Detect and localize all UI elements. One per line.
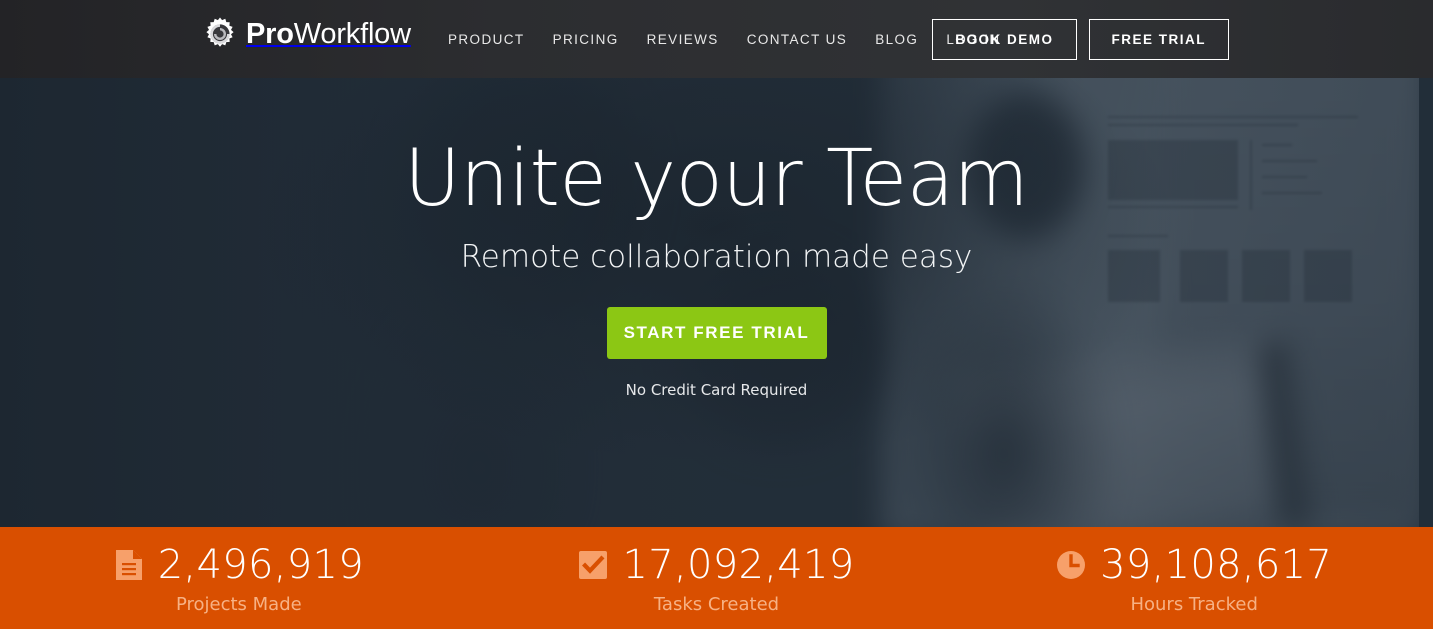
nav-pricing[interactable]: PRICING [539,32,633,47]
nav-blog[interactable]: BLOG [861,32,932,47]
stat-projects-made: 2,496,919 Projects Made [0,527,478,629]
stat-value: 17,092,419 [622,542,855,588]
site-header: ProWorkflow PRODUCT PRICING REVIEWS CONT… [0,0,1433,78]
main-navigation: PRODUCT PRICING REVIEWS CONTACT US BLOG … [434,0,1015,78]
stat-label: Hours Tracked [1130,594,1258,615]
nav-contact-us[interactable]: CONTACT US [733,32,862,47]
stats-bar: 2,496,919 Projects Made 17,092,419 Tasks… [0,527,1433,629]
nav-reviews[interactable]: REVIEWS [633,32,733,47]
page-title: Unite your Team [404,134,1029,224]
stat-value: 39,108,617 [1100,542,1333,588]
document-icon [114,549,144,581]
logo-text-light: Workflow [293,17,411,50]
no-credit-card-note: No Credit Card Required [625,381,808,399]
logo-text-bold: Pro [246,17,294,50]
stat-hours-tracked: 39,108,617 Hours Tracked [955,527,1433,629]
stat-value: 2,496,919 [157,542,364,588]
free-trial-button[interactable]: FREE TRIAL [1088,19,1229,60]
checkbox-icon [578,549,608,581]
logo-text: ProWorkflow [246,18,411,51]
gear-icon [203,17,237,51]
stat-label: Tasks Created [653,594,780,615]
start-free-trial-button[interactable]: START FREE TRIAL [606,307,827,359]
logo[interactable]: ProWorkflow [203,17,411,51]
hero-section: Unite your Team Remote collaboration mad… [0,0,1433,527]
page-root: Unite your Team Remote collaboration mad… [0,0,1433,629]
header-actions: BOOK DEMO FREE TRIAL [932,19,1229,60]
page-subtitle: Remote collaboration made easy [460,239,973,275]
clock-icon [1056,549,1086,581]
book-demo-button[interactable]: BOOK DEMO [932,19,1077,60]
stat-label: Projects Made [175,594,302,615]
nav-product[interactable]: PRODUCT [434,32,539,47]
stat-tasks-created: 17,092,419 Tasks Created [478,527,956,629]
